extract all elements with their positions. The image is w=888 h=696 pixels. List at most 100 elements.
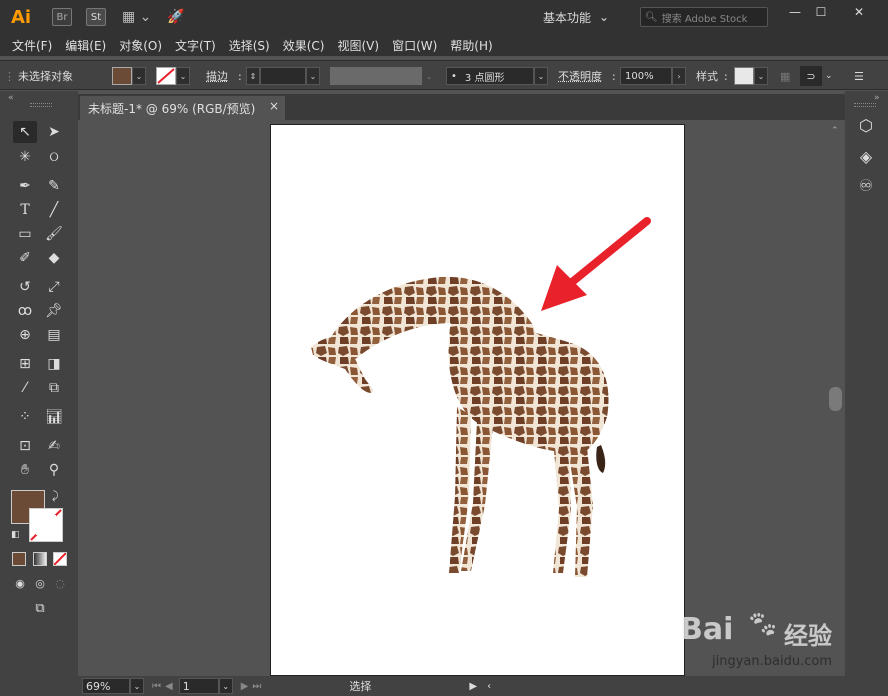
document-tab[interactable]: 未标题-1* @ 69% (RGB/预览) [80, 96, 285, 120]
baidu-watermark: Bai 🐾︎ 经验 jingyan.baidu.com [680, 600, 880, 680]
rotate-tool-icon[interactable]: ↺ [13, 276, 37, 298]
menu-select[interactable]: 选择(S) [229, 37, 270, 54]
previous-artboard-icon[interactable]: ◀ [165, 681, 173, 692]
first-artboard-icon[interactable]: ⏮ [152, 681, 161, 692]
selection-tool-icon[interactable]: ↖ [13, 121, 37, 143]
fill-swatch[interactable] [112, 67, 132, 85]
menu-edit[interactable]: 编辑(E) [65, 37, 106, 54]
zoom-tool-icon[interactable]: ⚲ [42, 459, 66, 481]
artboard-number-input[interactable]: 1 [178, 678, 219, 694]
dock-grip-icon[interactable] [854, 103, 876, 107]
panel-grip-icon[interactable] [30, 103, 52, 107]
recolor-icon[interactable]: ⊃ [800, 66, 822, 86]
puppet-warp-tool-icon[interactable]: 📌︎ [42, 300, 66, 322]
brush-definition[interactable]: • 3 点圆形 [446, 67, 534, 85]
scale-tool-icon[interactable]: ⤢ [42, 276, 66, 298]
workspace-switcher[interactable]: 基本功能 ⌄ [543, 7, 609, 27]
type-tool-icon[interactable]: T [13, 199, 37, 221]
scroll-up-icon[interactable]: ⌃ [831, 126, 839, 136]
stroke-dropdown[interactable]: ⌄ [176, 67, 190, 85]
none-mode-button[interactable] [53, 552, 67, 566]
eyedropper-tool-icon[interactable]: ⁄ [13, 377, 37, 399]
stroke-weight-dropdown[interactable]: ⌄ [306, 67, 320, 85]
opacity-arrow[interactable]: › [672, 67, 686, 85]
paintbrush-tool-icon[interactable]: 🖌︎ [42, 223, 66, 245]
variable-width-profile[interactable] [330, 67, 422, 85]
draw-inside-icon[interactable]: ◌ [48, 572, 72, 594]
panel-menu-icon[interactable]: ☰ [854, 66, 864, 86]
mesh-tool-icon[interactable]: ⊞ [13, 353, 37, 375]
gradient-tool-icon[interactable]: ◨ [42, 353, 66, 375]
stroke-color-box[interactable] [29, 508, 63, 542]
bridge-button[interactable]: Br [52, 8, 72, 26]
stock-button[interactable]: St [86, 8, 106, 26]
color-mode-button[interactable] [12, 552, 26, 566]
menu-help[interactable]: 帮助(H) [450, 37, 492, 54]
lasso-tool-icon[interactable]: ଠ [42, 146, 66, 168]
pen-tool-icon[interactable]: ✒ [13, 175, 37, 197]
magic-wand-tool-icon[interactable]: ✳ [13, 146, 37, 168]
next-artboard-icon[interactable]: ▶ [241, 681, 249, 692]
zoom-input[interactable]: 69% [82, 678, 130, 694]
screen-mode-icon[interactable]: ⧉ [28, 597, 52, 619]
expand-panels-icon[interactable]: » [874, 93, 880, 103]
stock-search-input[interactable]: 🔍︎ 搜索 Adobe Stock [640, 7, 768, 27]
maximize-button[interactable]: ☐ [808, 3, 834, 21]
close-window-button[interactable]: ✕ [846, 3, 872, 21]
artboard-dropdown[interactable]: ⌄ [218, 678, 233, 694]
artboard-tool-icon[interactable]: ⊡ [13, 435, 37, 457]
blend-tool-icon[interactable]: ⧉ [42, 377, 66, 399]
perspective-grid-tool-icon[interactable]: ▤ [42, 324, 66, 346]
direct-selection-tool-icon[interactable]: ➤ [42, 121, 66, 143]
recolor-dropdown-icon[interactable]: ⌄ [825, 71, 833, 81]
menu-object[interactable]: 对象(O) [119, 37, 162, 54]
column-graph-tool-icon[interactable]: 📊︎ [42, 406, 66, 428]
menu-view[interactable]: 视图(V) [337, 37, 379, 54]
collapse-tools-icon[interactable]: « [8, 93, 14, 103]
line-segment-tool-icon[interactable]: ╱ [42, 199, 66, 221]
scroll-left-icon[interactable]: ‹ [487, 681, 491, 692]
fill-dropdown[interactable]: ⌄ [132, 67, 146, 85]
opacity-label[interactable]: 不透明度 [558, 66, 602, 86]
swap-colors-icon[interactable]: ⤸ [52, 489, 59, 503]
stroke-swatch[interactable] [156, 67, 176, 85]
properties-panel-icon[interactable]: ⬡ [853, 113, 879, 137]
graphic-style-swatch[interactable] [734, 67, 754, 85]
status-menu-icon[interactable]: ▶ [469, 681, 477, 692]
symbol-sprayer-tool-icon[interactable]: ⁘ [13, 406, 37, 428]
scroll-thumb[interactable] [829, 387, 842, 411]
zoom-dropdown[interactable]: ⌄ [130, 678, 144, 694]
brush-dropdown[interactable]: ⌄ [534, 67, 548, 85]
document-tab-title: 未标题-1* @ 69% (RGB/预览) [88, 101, 256, 116]
artboard[interactable] [270, 124, 685, 676]
workspace-label: 基本功能 [543, 10, 592, 25]
minimize-button[interactable]: — [782, 3, 808, 21]
menu-effect[interactable]: 效果(C) [283, 37, 325, 54]
rectangle-tool-icon[interactable]: ▭ [13, 223, 37, 245]
eraser-tool-icon[interactable]: ◆ [42, 247, 66, 269]
default-colors-icon[interactable]: ◧ [11, 530, 20, 540]
last-artboard-icon[interactable]: ⏭ [252, 681, 261, 692]
stroke-weight-stepper[interactable]: ⇕ [246, 67, 260, 85]
hand-tool-icon[interactable]: ✋︎ [13, 459, 37, 481]
stroke-weight-input[interactable] [260, 67, 306, 85]
profile-dropdown[interactable]: ⌄ [422, 67, 436, 85]
stroke-label[interactable]: 描边 [206, 66, 228, 86]
graphic-style-dropdown[interactable]: ⌄ [754, 67, 768, 85]
gpu-performance-icon[interactable]: 🚀 [167, 9, 184, 25]
arrange-documents-icon[interactable]: ▦ ⌄ [122, 9, 151, 25]
menu-type[interactable]: 文字(T) [175, 37, 216, 54]
slice-tool-icon[interactable]: ✍ [42, 435, 66, 457]
menu-file[interactable]: 文件(F) [12, 37, 52, 54]
shaper-tool-icon[interactable]: ✐ [13, 247, 37, 269]
warp-tool-icon[interactable]: ꝏ [13, 300, 37, 322]
curvature-tool-icon[interactable]: ✎ [42, 175, 66, 197]
close-tab-icon[interactable]: × [269, 99, 279, 113]
shape-builder-tool-icon[interactable]: ⊕ [13, 324, 37, 346]
opacity-input[interactable]: 100% [620, 67, 672, 85]
menu-window[interactable]: 窗口(W) [392, 37, 437, 54]
layers-panel-icon[interactable]: ◈ [853, 144, 879, 168]
align-grid-icon[interactable]: ▦ [780, 66, 790, 86]
gradient-mode-button[interactable] [33, 552, 47, 566]
cc-libraries-icon[interactable]: ♾ [853, 173, 879, 197]
